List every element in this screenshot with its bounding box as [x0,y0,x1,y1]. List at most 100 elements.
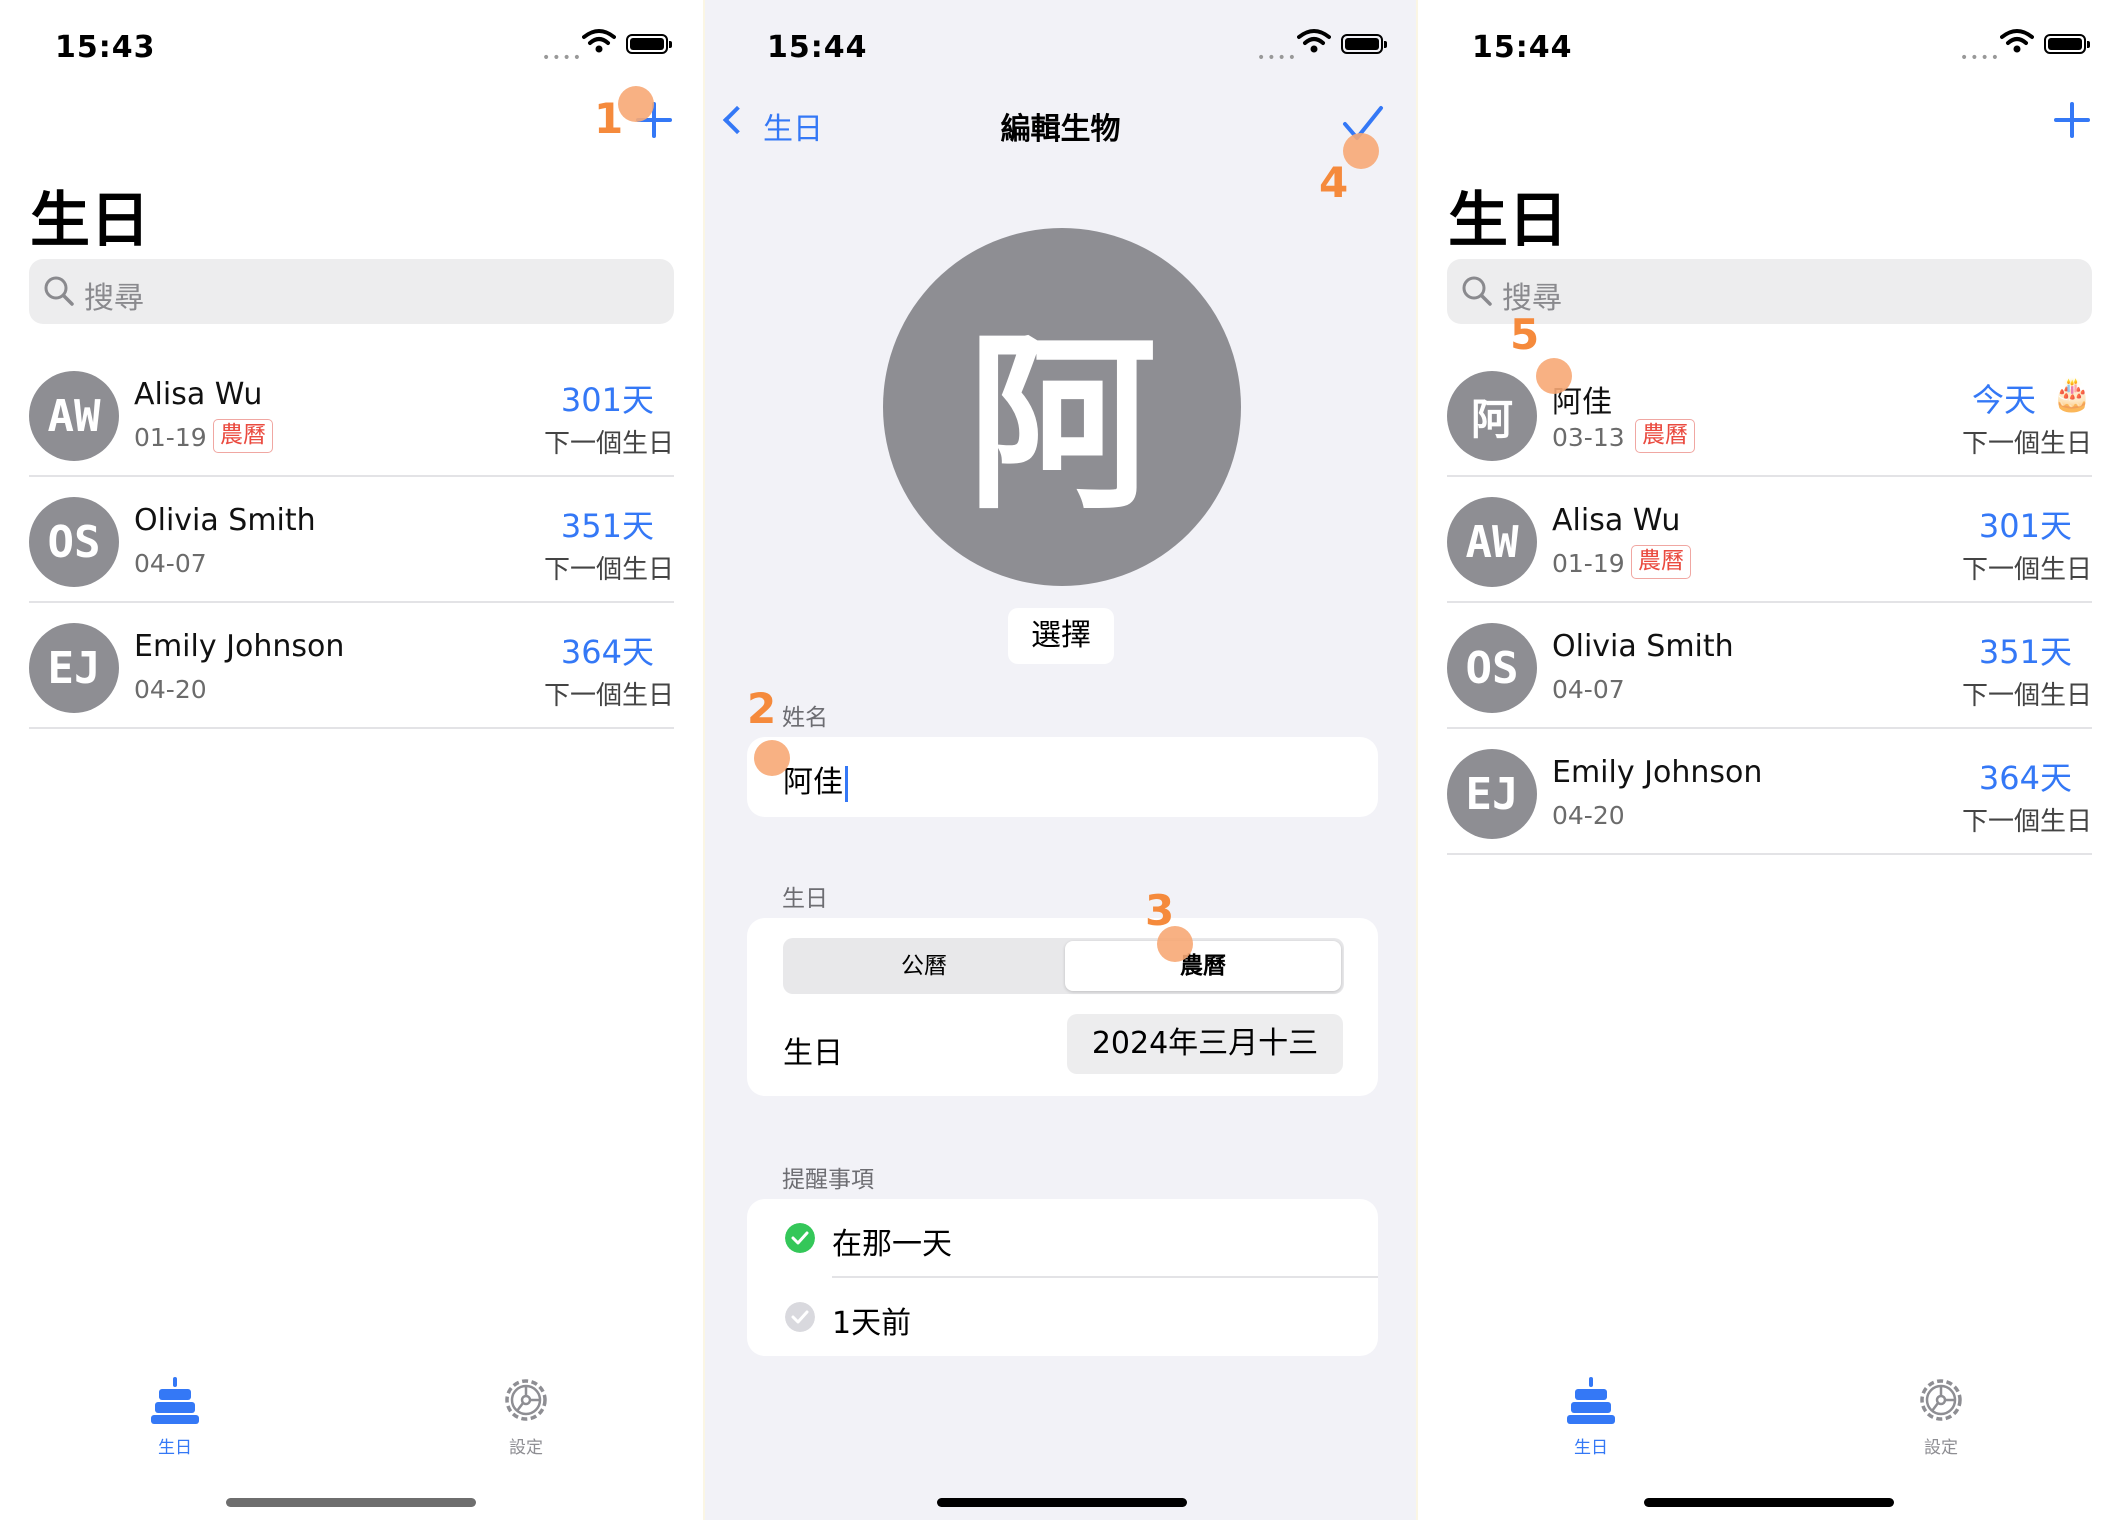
birthday-card: 公曆 農曆 生日 2024年三月十三 [747,918,1378,1096]
page-title: 生日 [30,186,150,256]
birthday-field-label: 生日 [783,1036,843,1071]
list-item[interactable]: OS Olivia Smith 04-07 351天 下一個生日 [1447,603,2092,729]
segment-lunar[interactable]: 農曆 [1065,941,1341,991]
battery-icon [626,34,672,54]
tab-settings[interactable]: 設定 [1901,1375,1981,1458]
step-number: 1 [594,94,624,143]
battery-icon [2044,34,2090,54]
contact-name: Olivia Smith [134,503,316,538]
birthday-date: 04-20 [134,675,207,704]
search-bar[interactable]: 搜尋 [29,259,674,324]
tab-label: 生日 [1574,1438,1608,1458]
tab-birthday[interactable]: 生日 [1551,1375,1631,1458]
name-card: 阿佳 [747,737,1378,817]
days-until: 301天 [1978,507,2072,545]
gear-icon [505,1379,547,1421]
days-until: 301天 [560,381,654,419]
tab-bar: 生日 設定 [1418,1375,2118,1458]
birthday-date: 04-20 [1552,801,1625,830]
tap-marker [754,740,790,776]
contact-name: Alisa Wu [134,377,263,412]
avatar: OS [1447,623,1537,713]
list-item[interactable]: EJ Emily Johnson 04-20 364天 下一個生日 [29,603,674,729]
next-birthday-label: 下一個生日 [543,681,674,711]
calendar-segmented-control: 公曆 農曆 [783,938,1344,994]
birthday-section-label: 生日 [782,886,828,912]
reminder-option[interactable]: 在那一天 [747,1199,1378,1278]
choose-photo-button[interactable]: 選擇 [1008,608,1114,664]
birthday-cake-icon: 🎂 [2052,375,2092,413]
step-number: 2 [747,684,777,733]
checkmark-circle-icon [785,1223,815,1253]
next-birthday-label: 下一個生日 [543,429,674,459]
tab-bar: 生日 設定 [0,1375,703,1458]
avatar: AW [29,371,119,461]
tab-label: 設定 [509,1438,543,1458]
status-time: 15:43 [55,30,156,65]
tap-marker [1343,133,1379,169]
avatar: 阿 [1447,371,1537,461]
contact-name: Emily Johnson [134,629,345,664]
search-icon [44,276,74,306]
birthday-date: 04-07 [134,549,207,578]
page-title: 生日 [1448,186,1568,256]
birthday-date-picker[interactable]: 2024年三月十三 [1067,1014,1343,1074]
reminders-section-label: 提醒事項 [782,1167,874,1193]
reminder-label: 在那一天 [832,1227,952,1262]
days-until: 351天 [1978,633,2072,671]
nav-title: 編輯生物 [1000,112,1121,147]
search-icon [1462,276,1492,306]
birthday-date: 01-19 [1552,549,1625,578]
birthday-cake-icon [151,1377,199,1424]
wifi-icon [582,29,616,53]
reminder-label: 1天前 [832,1306,912,1341]
add-birthday-button[interactable] [2052,100,2092,140]
list-item[interactable]: AW Alisa Wu 01-19 農曆 301天 下一個生日 [29,351,674,477]
edit-birthday-screen: 15:44 •••• 生日 編輯生物 4 阿 選擇 2 姓名 阿佳 生日 公曆 … [703,0,1418,1520]
contact-name: Alisa Wu [1552,503,1681,538]
signal-icon: •••• [1257,50,1299,66]
segment-solar[interactable]: 公曆 [786,941,1062,991]
signal-icon: •••• [542,50,584,66]
search-placeholder: 搜尋 [84,281,144,316]
avatar: OS [29,497,119,587]
days-until: 364天 [1978,759,2072,797]
birthday-list-screen-before: 15:43 •••• 1 生日 搜尋 AW Alisa Wu 01-19 農曆 … [0,0,703,1520]
text-cursor [845,765,848,802]
tap-marker [1536,358,1572,394]
status-time: 15:44 [1472,30,1573,65]
battery-icon [1341,34,1387,54]
next-birthday-label: 下一個生日 [1961,429,2092,459]
list-item[interactable]: OS Olivia Smith 04-07 351天 下一個生日 [29,477,674,603]
list-item[interactable]: EJ Emily Johnson 04-20 364天 下一個生日 [1447,729,2092,855]
avatar: 阿 [883,228,1241,586]
days-until: 351天 [560,507,654,545]
avatar: AW [1447,497,1537,587]
tap-marker [618,86,654,122]
lunar-badge: 農曆 [213,419,273,453]
days-until: 今天 [1971,381,2036,419]
search-bar[interactable]: 搜尋 [1447,259,2092,324]
list-item[interactable]: AW Alisa Wu 01-19 農曆 301天 下一個生日 [1447,477,2092,603]
name-field[interactable]: 阿佳 [783,757,848,802]
tab-label: 生日 [158,1438,192,1458]
signal-icon: •••• [1960,50,2002,66]
birthday-date: 03-13 [1552,423,1625,452]
name-section-label: 姓名 [782,705,828,731]
reminder-option[interactable]: 1天前 [747,1278,1378,1356]
next-birthday-label: 下一個生日 [543,555,674,585]
contact-name: Olivia Smith [1552,629,1734,664]
reminders-card: 在那一天 1天前 [747,1199,1378,1356]
lunar-badge: 農曆 [1631,545,1691,579]
avatar: EJ [1447,749,1537,839]
tab-settings[interactable]: 設定 [486,1375,566,1458]
contact-name: Emily Johnson [1552,755,1763,790]
lunar-badge: 農曆 [1635,419,1695,453]
home-indicator [1644,1498,1894,1507]
status-time: 15:44 [767,30,868,65]
unchecked-circle-icon [785,1302,815,1332]
next-birthday-label: 下一個生日 [1961,555,2092,585]
birthday-cake-icon [1567,1377,1615,1424]
home-indicator [937,1498,1187,1507]
tab-birthday[interactable]: 生日 [135,1375,215,1458]
